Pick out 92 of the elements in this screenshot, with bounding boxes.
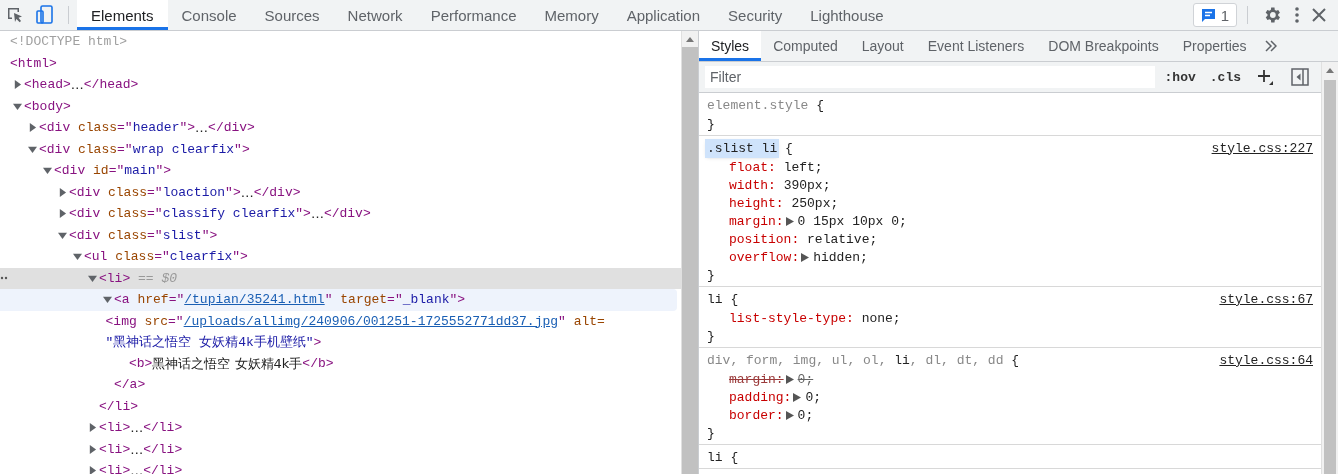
dom-node[interactable]: <img src="/uploads/allimg/240906/001251-1725552771dd37.jpg" alt= "黑神话之悟空 女妖精4k手机壁纸">: [105, 310, 681, 353]
dom-node[interactable]: <html>: [10, 52, 57, 74]
expand-triangle-icon[interactable]: [103, 295, 112, 305]
dom-node[interactable]: <div class="wrap clearfix">: [39, 138, 250, 160]
sidebar-tab[interactable]: Layout: [849, 31, 916, 61]
css-property[interactable]: height:: [729, 195, 784, 211]
closing-brace: }: [707, 267, 716, 285]
hovered-node-row[interactable]: <a href="/tupian/35241.html" target="_blank">: [0, 289, 677, 311]
expand-triangle-icon[interactable]: [88, 273, 97, 283]
panel-tab[interactable]: Memory: [530, 0, 613, 30]
expand-triangle-icon[interactable]: [88, 466, 97, 474]
panel-tab[interactable]: Elements: [77, 0, 168, 30]
dom-node[interactable]: <ul class="clearfix">: [84, 246, 248, 268]
expand-triangle-icon[interactable]: [88, 423, 97, 433]
source-link[interactable]: style.css:64: [1219, 352, 1313, 368]
panel-tab[interactable]: Console: [167, 0, 251, 30]
closing-tag[interactable]: </a>: [114, 374, 146, 396]
panel-tab[interactable]: Sources: [250, 0, 334, 30]
source-link[interactable]: style.css:227: [1211, 140, 1313, 156]
dom-node[interactable]: <div class="slist">: [69, 224, 218, 246]
dom-node[interactable]: <div class="classify clearfix">…</div>: [69, 203, 371, 225]
expand-triangle-icon[interactable]: [801, 252, 810, 262]
dom-node[interactable]: <div id="main">: [54, 160, 172, 182]
css-value[interactable]: 390px;: [783, 177, 831, 193]
css-property[interactable]: margin:: [729, 213, 784, 229]
dom-node[interactable]: <div class="header">…</div>: [39, 117, 255, 139]
dom-node[interactable]: <li>…</li>: [99, 417, 183, 439]
panel-tab[interactable]: Application: [612, 0, 715, 30]
css-property[interactable]: padding:: [729, 389, 792, 405]
css-property[interactable]: position:: [729, 231, 800, 247]
expand-triangle-icon[interactable]: [73, 252, 82, 262]
scroll-up-arrow-icon[interactable]: [686, 36, 694, 42]
css-property[interactable]: margin:: [729, 371, 784, 387]
closing-brace: }: [707, 425, 716, 443]
panel-tab[interactable]: Network: [333, 0, 417, 30]
scrollbar[interactable]: [681, 31, 698, 474]
scrollbar[interactable]: [1321, 62, 1338, 474]
dom-node[interactable]: <body>: [24, 95, 71, 117]
closing-brace: }: [707, 328, 716, 346]
expand-triangle-icon[interactable]: [785, 216, 794, 226]
sidebar-tab[interactable]: DOM Breakpoints: [1036, 31, 1171, 61]
css-selector[interactable]: element.style {: [707, 97, 825, 113]
expand-triangle-icon[interactable]: [43, 166, 52, 176]
panel-tab[interactable]: Lighthouse: [796, 0, 898, 30]
closing-tag[interactable]: </li>: [99, 395, 138, 417]
css-value[interactable]: 0;: [797, 371, 814, 387]
css-value[interactable]: 250px;: [791, 195, 839, 211]
css-property[interactable]: float:: [729, 159, 776, 175]
dom-node[interactable]: <li>…</li>: [99, 438, 183, 460]
css-value[interactable]: hidden;: [813, 249, 868, 265]
message-icon: [1200, 7, 1216, 23]
css-property[interactable]: overflow:: [729, 249, 800, 265]
dom-node[interactable]: <a href="/tupian/35241.html" target="_blank">: [114, 289, 466, 311]
sidebar-tab[interactable]: Styles: [699, 31, 762, 61]
css-value[interactable]: 0;: [805, 389, 822, 405]
dom-node[interactable]: <div class="loaction">…</div>: [69, 181, 301, 203]
css-property[interactable]: width:: [729, 177, 776, 193]
css-value[interactable]: 0;: [797, 407, 814, 423]
expand-triangle-icon[interactable]: [58, 187, 67, 197]
css-selector[interactable]: li {: [707, 449, 739, 465]
expand-triangle-icon[interactable]: [13, 80, 22, 90]
css-selector[interactable]: li {: [707, 291, 739, 307]
expand-triangle-icon[interactable]: [88, 444, 97, 454]
expand-triangle-icon[interactable]: [58, 209, 67, 219]
expand-triangle-icon[interactable]: [13, 101, 22, 111]
expand-triangle-icon[interactable]: [58, 230, 67, 240]
expand-triangle-icon[interactable]: [28, 144, 37, 154]
css-property[interactable]: list-style-type:: [729, 310, 854, 326]
more-dots-icon[interactable]: [0, 276, 8, 281]
sidebar-tab[interactable]: Computed: [761, 31, 850, 61]
panel-tab[interactable]: Performance: [416, 0, 531, 30]
css-value[interactable]: 0 15px 10px 0;: [797, 213, 907, 229]
issues-counter[interactable]: 1: [1192, 3, 1237, 27]
closing-brace: }: [707, 116, 716, 134]
css-property[interactable]: border:: [729, 407, 784, 423]
css-value[interactable]: relative;: [807, 231, 878, 247]
scroll-up-arrow-icon[interactable]: [1326, 67, 1334, 73]
css-value[interactable]: none;: [861, 310, 901, 326]
dom-node[interactable]: <b>黑神话之悟空 女妖精4k手</b>: [129, 352, 334, 374]
source-link[interactable]: style.css:67: [1219, 291, 1313, 307]
expand-triangle-icon[interactable]: [28, 123, 37, 133]
sidebar-tab[interactable]: Event Listeners: [915, 31, 1037, 61]
selected-node-row[interactable]: <li> == $0: [0, 267, 681, 289]
css-selector[interactable]: div, form, img, ul, ol, li, dl, dt, dd {: [707, 352, 1020, 368]
dom-node[interactable]: <head>…</head>: [24, 74, 139, 96]
sidebar-tab[interactable]: Properties: [1170, 31, 1259, 61]
css-value[interactable]: left;: [783, 159, 823, 175]
hover-state-toggle[interactable]: :hov: [1160, 69, 1200, 85]
panel-tab[interactable]: Security: [714, 0, 797, 30]
filter-input[interactable]: Filter: [705, 66, 1155, 88]
class-toggle[interactable]: .cls: [1205, 69, 1245, 85]
dom-node[interactable]: <li> == $0: [99, 267, 178, 289]
